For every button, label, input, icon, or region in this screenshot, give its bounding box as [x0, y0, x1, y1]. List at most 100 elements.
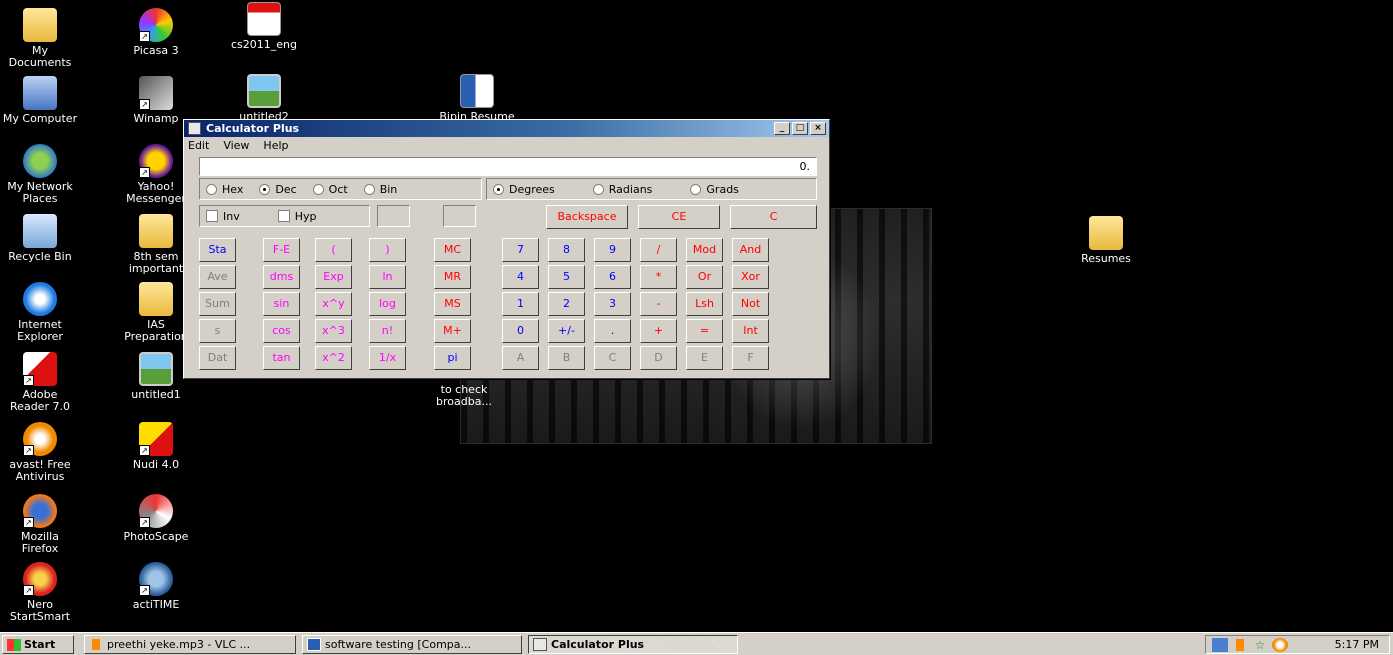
- left-paren-button[interactable]: (: [315, 238, 352, 262]
- desktop-icon-adobe-reader[interactable]: ↗ Adobe Reader 7.0: [2, 352, 78, 413]
- radio-bin[interactable]: Bin: [363, 183, 397, 196]
- radio-oct[interactable]: Oct: [312, 183, 348, 196]
- exp-button[interactable]: Exp: [315, 265, 352, 289]
- maximize-button[interactable]: □: [792, 122, 808, 135]
- desktop-icon-untitled2[interactable]: untitled2: [226, 74, 302, 123]
- desktop-icon-recycle-bin[interactable]: Recycle Bin: [2, 214, 78, 263]
- calculator-titlebar[interactable]: Calculator Plus _ □ ×: [184, 120, 829, 137]
- decimal-button[interactable]: .: [594, 319, 631, 343]
- add-button[interactable]: +: [640, 319, 677, 343]
- hex-d-button[interactable]: D: [640, 346, 677, 370]
- s-button[interactable]: s: [199, 319, 236, 343]
- desktop-icon-mozilla-firefox[interactable]: ↗ Mozilla Firefox: [2, 494, 78, 555]
- hyp-checkbox[interactable]: Hyp: [277, 210, 317, 223]
- desktop-icon-winamp[interactable]: ↗ Winamp: [118, 76, 194, 125]
- equals-button[interactable]: =: [686, 319, 723, 343]
- subtract-button[interactable]: -: [640, 292, 677, 316]
- not-button[interactable]: Not: [732, 292, 769, 316]
- start-button[interactable]: Start: [2, 635, 74, 654]
- and-button[interactable]: And: [732, 238, 769, 262]
- int-button[interactable]: Int: [732, 319, 769, 343]
- desktop-icon-nudi[interactable]: ↗ Nudi 4.0: [118, 422, 194, 471]
- digit-4-button[interactable]: 4: [502, 265, 539, 289]
- desktop-icon-to-check-broadband[interactable]: to check broadba...: [426, 384, 502, 408]
- hex-c-button[interactable]: C: [594, 346, 631, 370]
- lsh-button[interactable]: Lsh: [686, 292, 723, 316]
- or-button[interactable]: Or: [686, 265, 723, 289]
- hex-b-button[interactable]: B: [548, 346, 585, 370]
- right-paren-button[interactable]: ): [369, 238, 406, 262]
- digit-9-button[interactable]: 9: [594, 238, 631, 262]
- fe-button[interactable]: F-E: [263, 238, 300, 262]
- digit-6-button[interactable]: 6: [594, 265, 631, 289]
- desktop-icon-my-computer[interactable]: My Computer: [2, 76, 78, 125]
- desktop-icon-picasa[interactable]: ↗ Picasa 3: [118, 8, 194, 57]
- menu-view[interactable]: View: [223, 137, 249, 155]
- m-plus-button[interactable]: M+: [434, 319, 471, 343]
- backspace-button[interactable]: Backspace: [546, 205, 628, 229]
- desktop-icon-photoscape[interactable]: ↗ PhotoScape: [118, 494, 194, 543]
- desktop-icon-bipin-resume[interactable]: Bipin Resume: [432, 74, 522, 123]
- ms-button[interactable]: MS: [434, 292, 471, 316]
- desktop-icon-actitime[interactable]: ↗ actiTIME: [118, 562, 194, 611]
- radio-hex[interactable]: Hex: [206, 183, 243, 196]
- radio-degrees[interactable]: Degrees: [493, 183, 555, 196]
- taskbar-button-vlc[interactable]: preethi yeke.mp3 - VLC ...: [84, 635, 296, 654]
- ln-button[interactable]: ln: [369, 265, 406, 289]
- avast-tray-icon[interactable]: [1272, 638, 1288, 652]
- x-cubed-button[interactable]: x^3: [315, 319, 352, 343]
- log-button[interactable]: log: [369, 292, 406, 316]
- digit-2-button[interactable]: 2: [548, 292, 585, 316]
- multiply-button[interactable]: *: [640, 265, 677, 289]
- digit-8-button[interactable]: 8: [548, 238, 585, 262]
- minimize-button[interactable]: _: [774, 122, 790, 135]
- hex-e-button[interactable]: E: [686, 346, 723, 370]
- digit-7-button[interactable]: 7: [502, 238, 539, 262]
- sin-button[interactable]: sin: [263, 292, 300, 316]
- desktop-icon-avast[interactable]: ↗ avast! Free Antivirus: [2, 422, 78, 483]
- menu-help[interactable]: Help: [263, 137, 288, 155]
- ave-button[interactable]: Ave: [199, 265, 236, 289]
- mod-button[interactable]: Mod: [686, 238, 723, 262]
- inv-checkbox[interactable]: Inv: [206, 210, 240, 223]
- cos-button[interactable]: cos: [263, 319, 300, 343]
- x-squared-button[interactable]: x^2: [315, 346, 352, 370]
- desktop-icon-my-documents[interactable]: My Documents: [2, 8, 78, 69]
- ce-button[interactable]: CE: [638, 205, 720, 229]
- c-button[interactable]: C: [730, 205, 817, 229]
- sta-button[interactable]: Sta: [199, 238, 236, 262]
- radio-dec[interactable]: Dec: [259, 183, 297, 196]
- digit-3-button[interactable]: 3: [594, 292, 631, 316]
- mr-button[interactable]: MR: [434, 265, 471, 289]
- dat-button[interactable]: Dat: [199, 346, 236, 370]
- hex-a-button[interactable]: A: [502, 346, 539, 370]
- hex-f-button[interactable]: F: [732, 346, 769, 370]
- desktop-icon-cs2011-eng[interactable]: cs2011_eng: [226, 2, 302, 51]
- x-power-y-button[interactable]: x^y: [315, 292, 352, 316]
- digit-0-button[interactable]: 0: [502, 319, 539, 343]
- dms-button[interactable]: dms: [263, 265, 300, 289]
- pi-button[interactable]: pi: [434, 346, 471, 370]
- radio-radians[interactable]: Radians: [592, 183, 652, 196]
- xor-button[interactable]: Xor: [732, 265, 769, 289]
- reciprocal-button[interactable]: 1/x: [369, 346, 406, 370]
- vlc-tray-icon[interactable]: [1232, 638, 1248, 652]
- taskbar-button-software-testing[interactable]: software testing [Compa...: [302, 635, 522, 654]
- digit-5-button[interactable]: 5: [548, 265, 585, 289]
- radio-grads[interactable]: Grads: [690, 183, 739, 196]
- desktop-icon-resumes[interactable]: Resumes: [1068, 216, 1144, 265]
- taskbar-button-calculator-plus[interactable]: Calculator Plus: [528, 635, 738, 654]
- network-tray-icon[interactable]: [1212, 638, 1228, 652]
- desktop-icon-my-network-places[interactable]: My Network Places: [2, 144, 78, 205]
- desktop-icon-nero[interactable]: ↗ Nero StartSmart: [2, 562, 78, 623]
- factorial-button[interactable]: n!: [369, 319, 406, 343]
- close-button[interactable]: ×: [810, 122, 826, 135]
- tan-button[interactable]: tan: [263, 346, 300, 370]
- digit-1-button[interactable]: 1: [502, 292, 539, 316]
- divide-button[interactable]: /: [640, 238, 677, 262]
- plus-minus-button[interactable]: +/-: [548, 319, 585, 343]
- taskbar-clock[interactable]: 5:17 PM: [1335, 636, 1379, 653]
- mc-button[interactable]: MC: [434, 238, 471, 262]
- star-tray-icon[interactable]: ☆: [1252, 638, 1268, 652]
- menu-edit[interactable]: Edit: [188, 137, 209, 155]
